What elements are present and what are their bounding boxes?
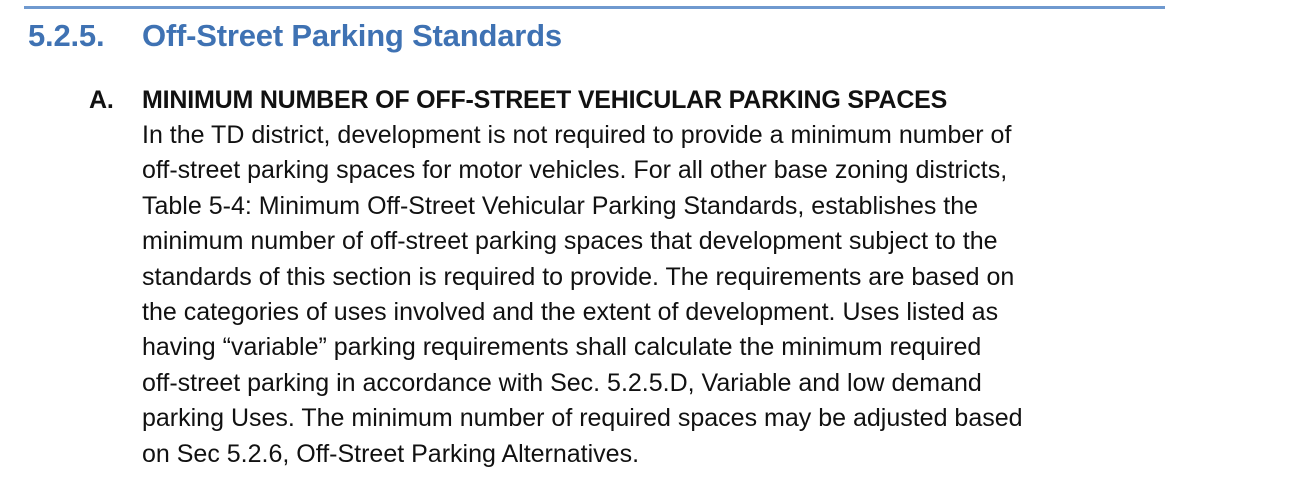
subsection-a: A. MINIMUM NUMBER OF OFF-STREET VEHICULA… (89, 82, 1179, 472)
subsection-body: In the TD district, development is not r… (142, 118, 1172, 472)
body-line: standards of this section is required to… (142, 262, 1015, 291)
section-number: 5.2.5. (28, 18, 105, 53)
body-line: minimum number of off-street parking spa… (142, 227, 998, 256)
subsection-letter: A. (89, 85, 114, 114)
body-line: the categories of uses involved and the … (142, 298, 999, 327)
body-line: Table 5-4: Minimum Off-Street Vehicular … (142, 191, 979, 220)
subsection-heading: A. MINIMUM NUMBER OF OFF-STREET VEHICULA… (89, 82, 1179, 118)
section-heading: 5.2.5. Off-Street Parking Standards (28, 14, 562, 58)
section-top-rule (24, 6, 1165, 9)
body-line: off-street parking in accordance with Se… (142, 368, 982, 397)
body-line: on Sec 5.2.6, Off-Street Parking Alterna… (142, 439, 640, 468)
subsection-title: MINIMUM NUMBER OF OFF-STREET VEHICULAR P… (142, 85, 948, 114)
body-line: having “variable” parking requirements s… (142, 333, 982, 362)
body-line: parking Uses. The minimum number of requ… (142, 404, 1023, 433)
body-line: off-street parking spaces for motor vehi… (142, 156, 1008, 185)
section-title: Off-Street Parking Standards (142, 18, 562, 53)
body-line: In the TD district, development is not r… (142, 121, 1012, 149)
